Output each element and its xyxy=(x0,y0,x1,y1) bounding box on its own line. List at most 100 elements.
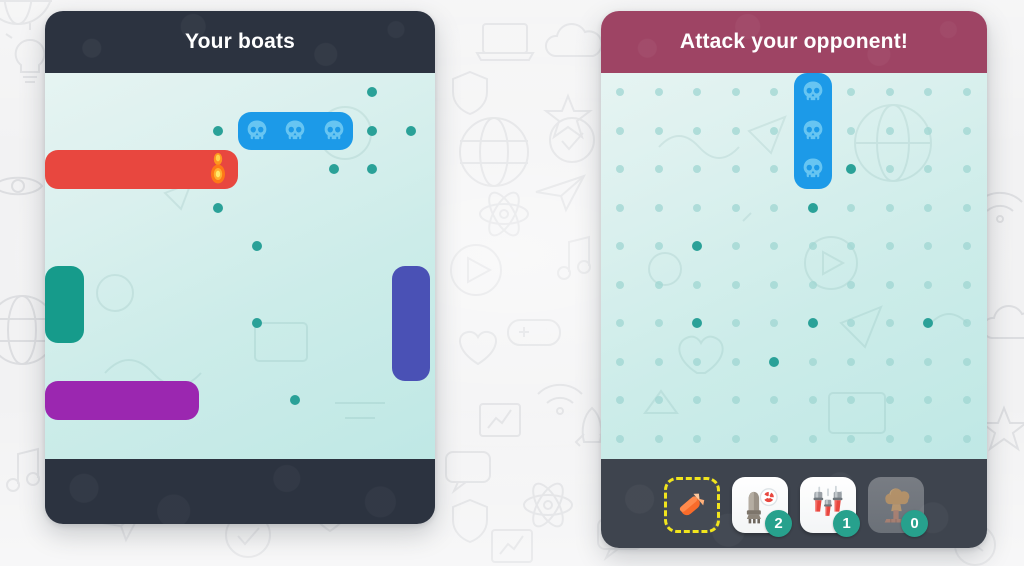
grid-dot[interactable] xyxy=(693,434,702,443)
grid-dot[interactable] xyxy=(885,319,894,328)
grid-dot[interactable] xyxy=(693,165,702,174)
miss-marker xyxy=(769,356,780,367)
grid-dot[interactable] xyxy=(924,126,933,135)
grid-dot[interactable] xyxy=(808,357,817,366)
grid-dot[interactable] xyxy=(770,396,779,405)
grid-dot[interactable] xyxy=(616,396,625,405)
grid-dot[interactable] xyxy=(654,203,663,212)
grid-dot[interactable] xyxy=(962,396,971,405)
grid-dot[interactable] xyxy=(693,126,702,135)
grid-dot[interactable] xyxy=(731,165,740,174)
grid-dot[interactable] xyxy=(885,126,894,135)
grid-dot[interactable] xyxy=(654,88,663,97)
grid-dot[interactable] xyxy=(962,434,971,443)
grid-dot[interactable] xyxy=(770,434,779,443)
grid-dot[interactable] xyxy=(654,396,663,405)
grid-dot[interactable] xyxy=(847,88,856,97)
grid-dot[interactable] xyxy=(731,396,740,405)
grid-dot[interactable] xyxy=(847,126,856,135)
grid-dot[interactable] xyxy=(616,434,625,443)
grid-dot[interactable] xyxy=(962,242,971,251)
grid-dot[interactable] xyxy=(731,126,740,135)
grid-dot[interactable] xyxy=(654,280,663,289)
grid-dot[interactable] xyxy=(731,242,740,251)
grid-dot[interactable] xyxy=(616,357,625,366)
grid-dot[interactable] xyxy=(654,242,663,251)
grid-dot[interactable] xyxy=(962,280,971,289)
grid-dot[interactable] xyxy=(847,203,856,212)
grid-dot[interactable] xyxy=(885,396,894,405)
weapon-button-nuke-rocket[interactable]: 2 xyxy=(732,476,792,537)
grid-dot[interactable] xyxy=(962,165,971,174)
grid-dot[interactable] xyxy=(962,126,971,135)
grid-dot[interactable] xyxy=(924,165,933,174)
grid-dot[interactable] xyxy=(616,319,625,328)
grid-dot[interactable] xyxy=(770,203,779,212)
grid-dot[interactable] xyxy=(924,396,933,405)
grid-dot[interactable] xyxy=(847,319,856,328)
grid-dot[interactable] xyxy=(924,434,933,443)
grid-dot[interactable] xyxy=(654,319,663,328)
grid-dot[interactable] xyxy=(924,203,933,212)
weapon-count-badge: 0 xyxy=(901,509,928,537)
grid-dot[interactable] xyxy=(654,357,663,366)
grid-dot[interactable] xyxy=(808,434,817,443)
grid-dot[interactable] xyxy=(885,165,894,174)
grid-dot[interactable] xyxy=(808,242,817,251)
skull-icon xyxy=(803,120,823,139)
grid-dot[interactable] xyxy=(885,242,894,251)
grid-dot[interactable] xyxy=(924,88,933,97)
grid-dot[interactable] xyxy=(770,242,779,251)
grid-dot[interactable] xyxy=(962,88,971,97)
grid-dot[interactable] xyxy=(654,434,663,443)
grid-dot[interactable] xyxy=(693,88,702,97)
grid-dot[interactable] xyxy=(731,280,740,289)
grid-dot[interactable] xyxy=(962,319,971,328)
grid-dot[interactable] xyxy=(731,319,740,328)
grid-dot[interactable] xyxy=(654,165,663,174)
grid-dot[interactable] xyxy=(808,280,817,289)
grid-dot[interactable] xyxy=(770,280,779,289)
grid-dot[interactable] xyxy=(770,126,779,135)
grid-dot[interactable] xyxy=(885,357,894,366)
grid-dot[interactable] xyxy=(962,203,971,212)
grid-dot[interactable] xyxy=(847,280,856,289)
grid-dot[interactable] xyxy=(693,396,702,405)
grid-dot[interactable] xyxy=(770,165,779,174)
grid-dot[interactable] xyxy=(693,203,702,212)
grid-dot[interactable] xyxy=(770,88,779,97)
grid-dot[interactable] xyxy=(847,434,856,443)
grid-dot[interactable] xyxy=(616,88,625,97)
grid-dot[interactable] xyxy=(924,357,933,366)
grid-dot[interactable] xyxy=(693,357,702,366)
grid-dot[interactable] xyxy=(616,126,625,135)
grid-dot[interactable] xyxy=(770,319,779,328)
grid-dot[interactable] xyxy=(885,280,894,289)
grid-dot[interactable] xyxy=(924,242,933,251)
enemy-board-grid[interactable] xyxy=(601,73,987,459)
grid-dot[interactable] xyxy=(924,280,933,289)
grid-dot[interactable] xyxy=(731,203,740,212)
grid-dot[interactable] xyxy=(847,396,856,405)
grid-dot[interactable] xyxy=(731,357,740,366)
grid-dot[interactable] xyxy=(962,357,971,366)
grid-dot[interactable] xyxy=(654,126,663,135)
weapon-button-atom-bomb[interactable]: 0 xyxy=(868,476,928,537)
grid-dot[interactable] xyxy=(847,242,856,251)
grid-dot[interactable] xyxy=(616,280,625,289)
weapon-button-air-strike[interactable]: 1 xyxy=(800,476,860,537)
enemy-board-header: Attack your opponent! xyxy=(601,11,987,73)
grid-dot[interactable] xyxy=(885,88,894,97)
grid-dot[interactable] xyxy=(616,242,625,251)
weapon-button-missile[interactable] xyxy=(664,476,720,533)
grid-dot[interactable] xyxy=(847,357,856,366)
grid-dot[interactable] xyxy=(616,203,625,212)
grid-dot[interactable] xyxy=(885,434,894,443)
grid-dot[interactable] xyxy=(731,88,740,97)
grid-dot[interactable] xyxy=(731,434,740,443)
grid-dot[interactable] xyxy=(616,165,625,174)
grid-dot[interactable] xyxy=(693,280,702,289)
miss-marker xyxy=(251,318,262,329)
grid-dot[interactable] xyxy=(885,203,894,212)
grid-dot[interactable] xyxy=(808,396,817,405)
